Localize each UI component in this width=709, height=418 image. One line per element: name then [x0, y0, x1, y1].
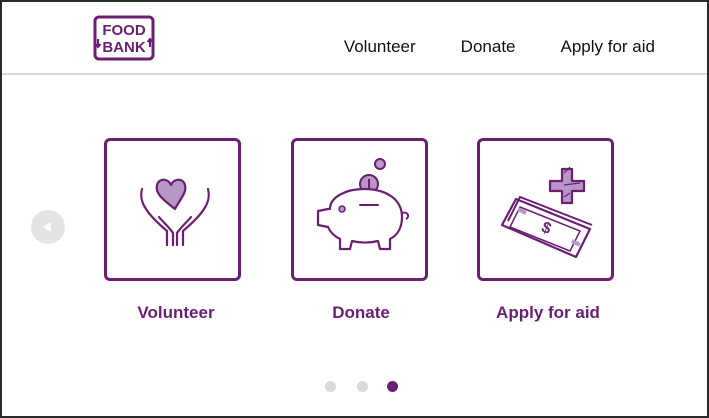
nav-donate-link[interactable]: Donate — [461, 37, 516, 57]
food-bank-logo[interactable]: FOOD BANK — [93, 15, 155, 61]
volunteer-label[interactable]: Volunteer — [96, 303, 256, 323]
logo-text-line1: FOOD — [102, 22, 145, 39]
carousel-dot[interactable] — [325, 381, 336, 392]
site-header: FOOD BANK Volunteer Donate Apply for aid — [2, 2, 707, 75]
logo-text-line2: BANK — [102, 39, 145, 56]
hands-heart-icon — [140, 178, 210, 247]
app-frame: FOOD BANK Volunteer Donate Apply for aid… — [0, 0, 709, 418]
carousel-dot[interactable] — [387, 381, 398, 392]
nav-volunteer-link[interactable]: Volunteer — [344, 37, 416, 57]
arrow-left-icon — [43, 222, 51, 232]
main-nav: Volunteer Donate Apply for aid — [344, 37, 655, 57]
money-plus-icon: $ — [500, 166, 593, 259]
donate-card[interactable] — [291, 138, 428, 281]
piggy-bank-icon — [316, 158, 410, 251]
apply-for-aid-card[interactable]: $ — [477, 138, 614, 281]
apply-for-aid-label[interactable]: Apply for aid — [468, 303, 628, 323]
carousel-pagination — [325, 381, 405, 393]
carousel-prev-button[interactable] — [31, 210, 65, 244]
nav-apply-for-aid-link[interactable]: Apply for aid — [561, 37, 656, 57]
volunteer-card[interactable] — [104, 138, 241, 281]
carousel-dot[interactable] — [357, 381, 368, 392]
donate-label[interactable]: Donate — [281, 303, 441, 323]
